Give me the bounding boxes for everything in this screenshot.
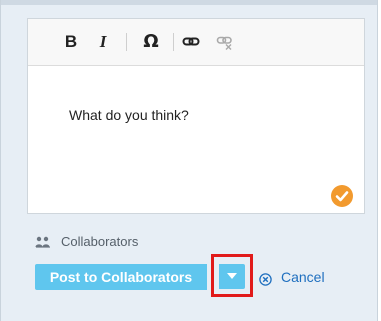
- italic-button[interactable]: I: [96, 32, 110, 52]
- comment-text[interactable]: What do you think?: [69, 107, 189, 123]
- special-character-button[interactable]: Ω: [142, 32, 160, 52]
- editor-toolbar: B I Ω: [28, 19, 364, 66]
- comment-panel: B I Ω What do you think? Collaborators P…: [0, 0, 378, 321]
- toolbar-divider: [126, 33, 127, 51]
- toolbar-divider: [173, 33, 174, 51]
- checkmark-icon: [331, 185, 353, 207]
- post-to-collaborators-button[interactable]: Post to Collaborators: [35, 264, 207, 290]
- users-icon: [35, 236, 51, 248]
- cancel-circle-icon: [259, 271, 272, 286]
- panel-top-bar: [1, 0, 377, 5]
- cancel-label: Cancel: [281, 269, 325, 285]
- collaborators-label: Collaborators: [61, 234, 139, 249]
- caret-down-icon: [227, 273, 237, 279]
- bold-button[interactable]: B: [64, 32, 78, 52]
- unlink-icon[interactable]: [216, 32, 234, 52]
- dropdown-highlight-box: [211, 254, 253, 297]
- link-icon[interactable]: [182, 32, 200, 52]
- comment-editor[interactable]: B I Ω What do you think?: [27, 18, 365, 214]
- post-options-dropdown-button[interactable]: [219, 264, 245, 289]
